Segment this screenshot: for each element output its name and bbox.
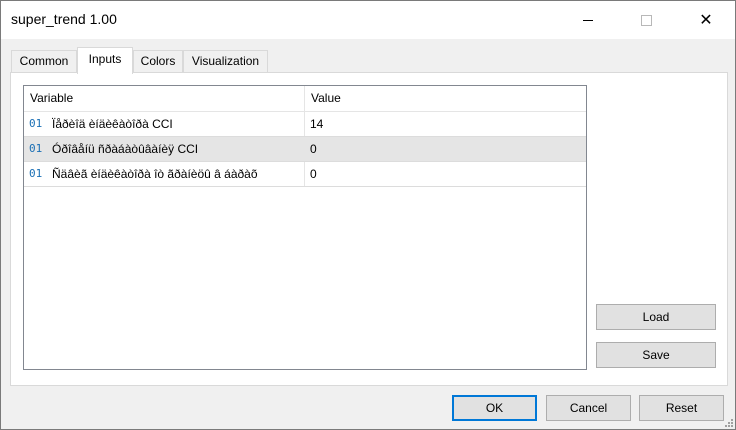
inputs-panel: Variable Value 01 Ïåðèîä èíäèêàòîðà CCI … bbox=[10, 72, 728, 386]
minimize-icon bbox=[583, 19, 593, 21]
close-button[interactable]: ✕ bbox=[683, 1, 729, 39]
save-button[interactable]: Save bbox=[596, 342, 716, 368]
column-divider bbox=[304, 112, 305, 136]
close-icon: ✕ bbox=[699, 10, 713, 29]
reset-button[interactable]: Reset bbox=[639, 395, 724, 421]
tab-visualization[interactable]: Visualization bbox=[183, 50, 268, 73]
variable-name: Ñäâèã èíäèêàòîðà îò ãðàíèöû â áàðàõ bbox=[52, 167, 258, 181]
window-title: super_trend 1.00 bbox=[11, 11, 117, 27]
table-row[interactable]: 01 Óðîâåíü ñðàáàòûâàíèÿ CCI 0 bbox=[24, 137, 586, 162]
table-edge bbox=[586, 86, 587, 369]
dialog-window: super_trend 1.00 ✕ Common Inputs Colors … bbox=[0, 0, 736, 430]
column-divider bbox=[304, 162, 305, 186]
variable-name: Óðîâåíü ñðàáàòûâàíèÿ CCI bbox=[52, 142, 199, 156]
load-button[interactable]: Load bbox=[596, 304, 716, 330]
table-body: 01 Ïåðèîä èíäèêàòîðà CCI 14 01 Óðîâåíü ñ… bbox=[24, 112, 586, 187]
tab-common[interactable]: Common bbox=[11, 50, 77, 73]
variable-value[interactable]: 14 bbox=[310, 112, 580, 136]
integer-type-icon: 01 bbox=[29, 142, 43, 155]
tab-inputs[interactable]: Inputs bbox=[77, 47, 133, 74]
minimize-button[interactable] bbox=[565, 1, 611, 39]
header-value[interactable]: Value bbox=[305, 86, 586, 111]
table-header: Variable Value bbox=[24, 86, 586, 112]
tab-colors[interactable]: Colors bbox=[133, 50, 183, 73]
integer-type-icon: 01 bbox=[29, 117, 43, 130]
ok-button[interactable]: OK bbox=[452, 395, 537, 421]
variable-value[interactable]: 0 bbox=[310, 137, 580, 161]
resize-grip-icon[interactable] bbox=[724, 418, 734, 428]
maximize-button bbox=[623, 1, 669, 39]
variable-value[interactable]: 0 bbox=[310, 162, 580, 186]
table-row[interactable]: 01 Ñäâèã èíäèêàòîðà îò ãðàíèöû â áàðàõ 0 bbox=[24, 162, 586, 187]
integer-type-icon: 01 bbox=[29, 167, 43, 180]
variable-name: Ïåðèîä èíäèêàòîðà CCI bbox=[52, 117, 173, 131]
table-row[interactable]: 01 Ïåðèîä èíäèêàòîðà CCI 14 bbox=[24, 112, 586, 137]
inputs-table: Variable Value 01 Ïåðèîä èíäèêàòîðà CCI … bbox=[23, 85, 587, 370]
header-variable[interactable]: Variable bbox=[24, 86, 305, 111]
cancel-button[interactable]: Cancel bbox=[546, 395, 631, 421]
maximize-icon bbox=[640, 14, 652, 26]
column-divider bbox=[304, 137, 305, 161]
title-bar: super_trend 1.00 ✕ bbox=[1, 1, 735, 39]
